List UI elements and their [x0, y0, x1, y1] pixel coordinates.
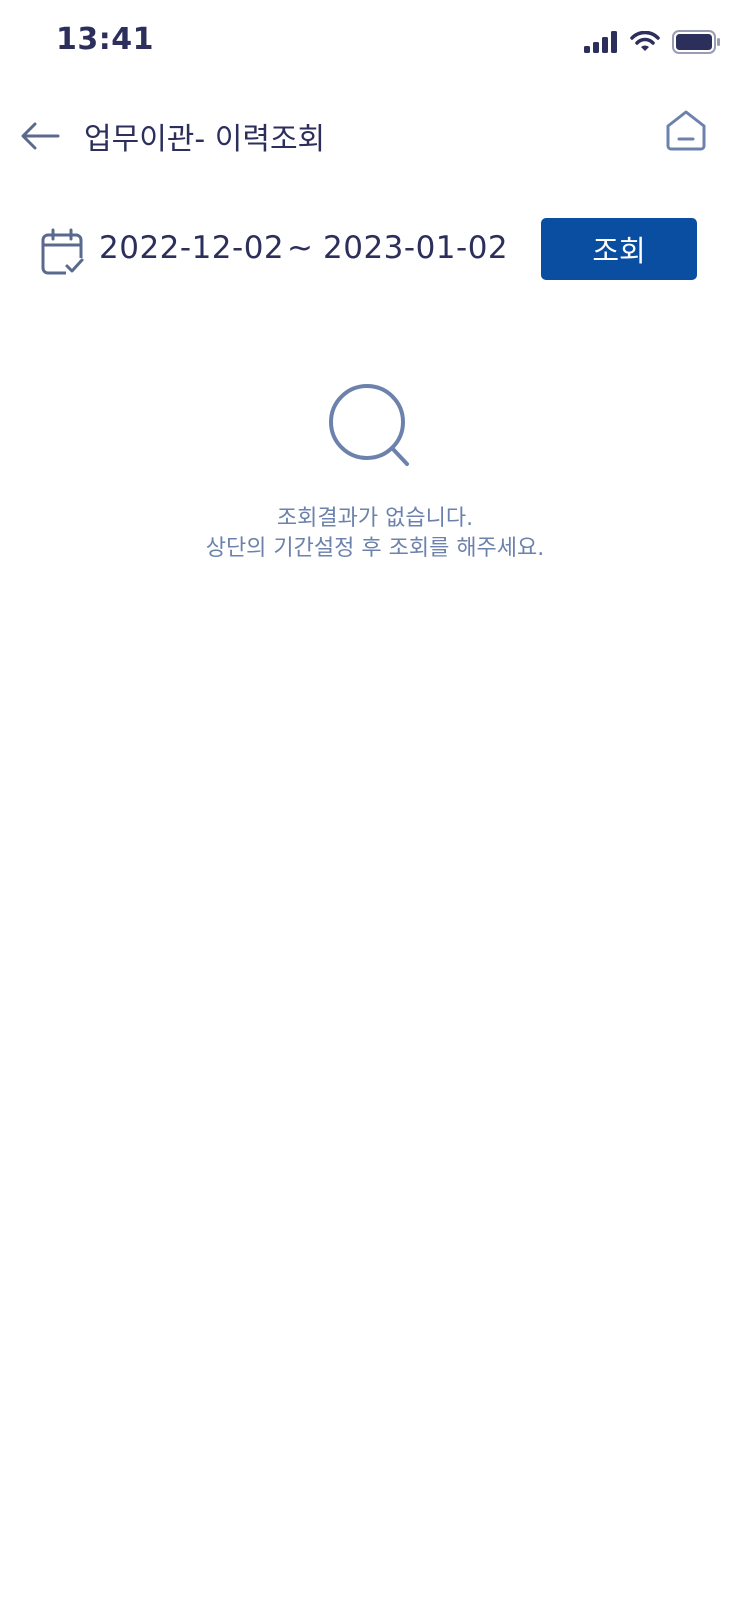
- status-icons: [584, 30, 720, 54]
- signal-icon: [584, 31, 617, 53]
- empty-message-line1: 조회결과가 없습니다.: [276, 506, 474, 531]
- end-date[interactable]: 2023-01-02: [323, 230, 508, 266]
- back-button[interactable]: [18, 114, 62, 158]
- search-button[interactable]: 조회: [541, 218, 697, 280]
- home-button[interactable]: [660, 104, 712, 156]
- calendar-check-icon[interactable]: [40, 228, 86, 276]
- status-time: 13:41: [56, 22, 154, 57]
- header: 업무이관- 이력조회: [0, 96, 750, 176]
- empty-message-line2: 상단의 기간설정 후 조회를 해주세요.: [205, 536, 545, 561]
- status-bar: 13:41: [0, 0, 750, 88]
- battery-icon: [672, 30, 720, 54]
- search-icon: [329, 384, 409, 466]
- start-date[interactable]: 2022-12-02: [99, 230, 284, 266]
- page-title: 업무이관- 이력조회: [84, 122, 326, 157]
- wifi-icon: [630, 31, 660, 51]
- empty-message: 조회결과가 없습니다. 상단의 기간설정 후 조회를 해주세요.: [0, 504, 750, 564]
- back-arrow-icon: [21, 122, 60, 150]
- date-filter: 2022-12-02 ~ 2023-01-02 조회: [0, 218, 750, 282]
- date-separator: ~: [287, 230, 313, 266]
- home-icon: [666, 110, 706, 151]
- empty-state: 조회결과가 없습니다. 상단의 기간설정 후 조회를 해주세요.: [0, 380, 750, 564]
